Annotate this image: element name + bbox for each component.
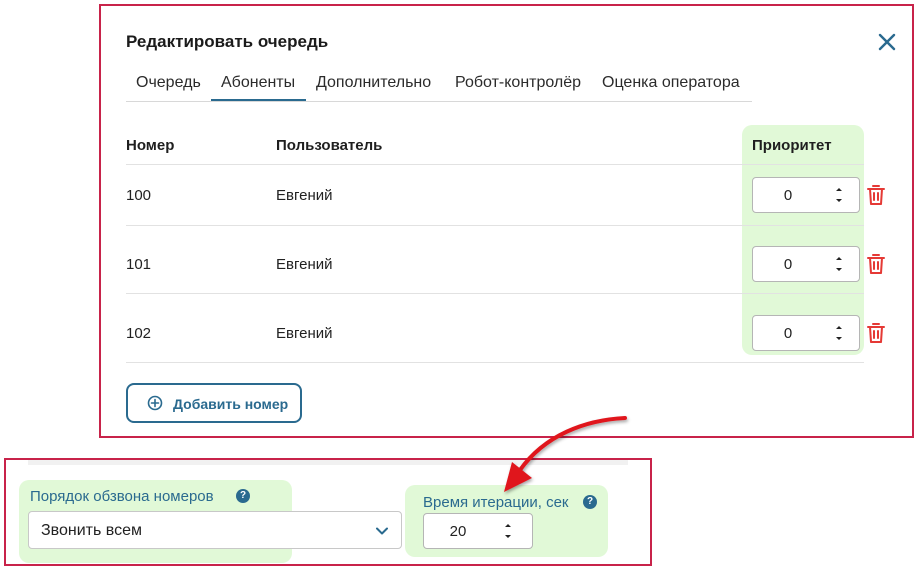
call-order-help-icon[interactable]: ? xyxy=(236,489,250,503)
column-header-priority: Приоритет xyxy=(752,137,832,154)
iteration-time-stepper[interactable]: 20 xyxy=(423,513,533,549)
spin-arrows-icon[interactable] xyxy=(502,520,514,542)
column-header-number: Номер xyxy=(126,137,175,154)
table-divider xyxy=(126,164,864,165)
active-tab-indicator xyxy=(211,99,306,101)
row-number: 102 xyxy=(126,325,152,342)
dialog-title: Редактировать очередь xyxy=(126,32,329,51)
trash-icon[interactable] xyxy=(866,322,886,344)
priority-stepper[interactable]: 0 xyxy=(752,246,860,282)
row-divider xyxy=(126,293,864,294)
spin-arrows-icon[interactable] xyxy=(833,322,845,344)
row-user: Евгений xyxy=(276,187,333,204)
trash-icon[interactable] xyxy=(866,184,886,206)
row-number: 101 xyxy=(126,256,152,273)
chevron-down-icon xyxy=(376,527,388,535)
close-button[interactable] xyxy=(876,31,898,53)
spin-arrows-icon[interactable] xyxy=(833,184,845,206)
trash-icon[interactable] xyxy=(866,253,886,275)
row-number: 100 xyxy=(126,187,152,204)
spin-arrows-icon[interactable] xyxy=(833,253,845,275)
tab-robot-controller[interactable]: Робот-контролёр xyxy=(455,74,581,92)
call-order-select[interactable]: Звонить всем xyxy=(28,511,402,549)
row-divider xyxy=(126,225,864,226)
add-number-label: Добавить номер xyxy=(173,396,289,412)
column-header-user: Пользователь xyxy=(276,137,383,154)
call-order-value: Звонить всем xyxy=(41,522,142,539)
annotation-arrow xyxy=(504,416,627,492)
tab-queue[interactable]: Очередь xyxy=(136,74,201,92)
priority-stepper[interactable]: 0 xyxy=(752,315,860,351)
priority-stepper[interactable]: 0 xyxy=(752,177,860,213)
row-user: Евгений xyxy=(276,325,333,342)
priority-value: 0 xyxy=(783,325,793,342)
priority-value: 0 xyxy=(783,256,793,273)
tab-subscribers[interactable]: Абоненты xyxy=(221,74,295,92)
row-divider xyxy=(126,362,864,363)
add-number-button[interactable]: Добавить номер xyxy=(126,383,302,423)
priority-value: 0 xyxy=(783,187,793,204)
tab-additional[interactable]: Дополнительно xyxy=(316,74,431,92)
tab-operator-rating[interactable]: Оценка оператора xyxy=(602,74,740,92)
plus-circle-icon xyxy=(147,395,163,411)
iteration-time-value: 20 xyxy=(449,523,467,540)
row-user: Евгений xyxy=(276,256,333,273)
call-order-label: Порядок обзвона номеров xyxy=(30,488,214,505)
close-icon xyxy=(878,33,896,51)
